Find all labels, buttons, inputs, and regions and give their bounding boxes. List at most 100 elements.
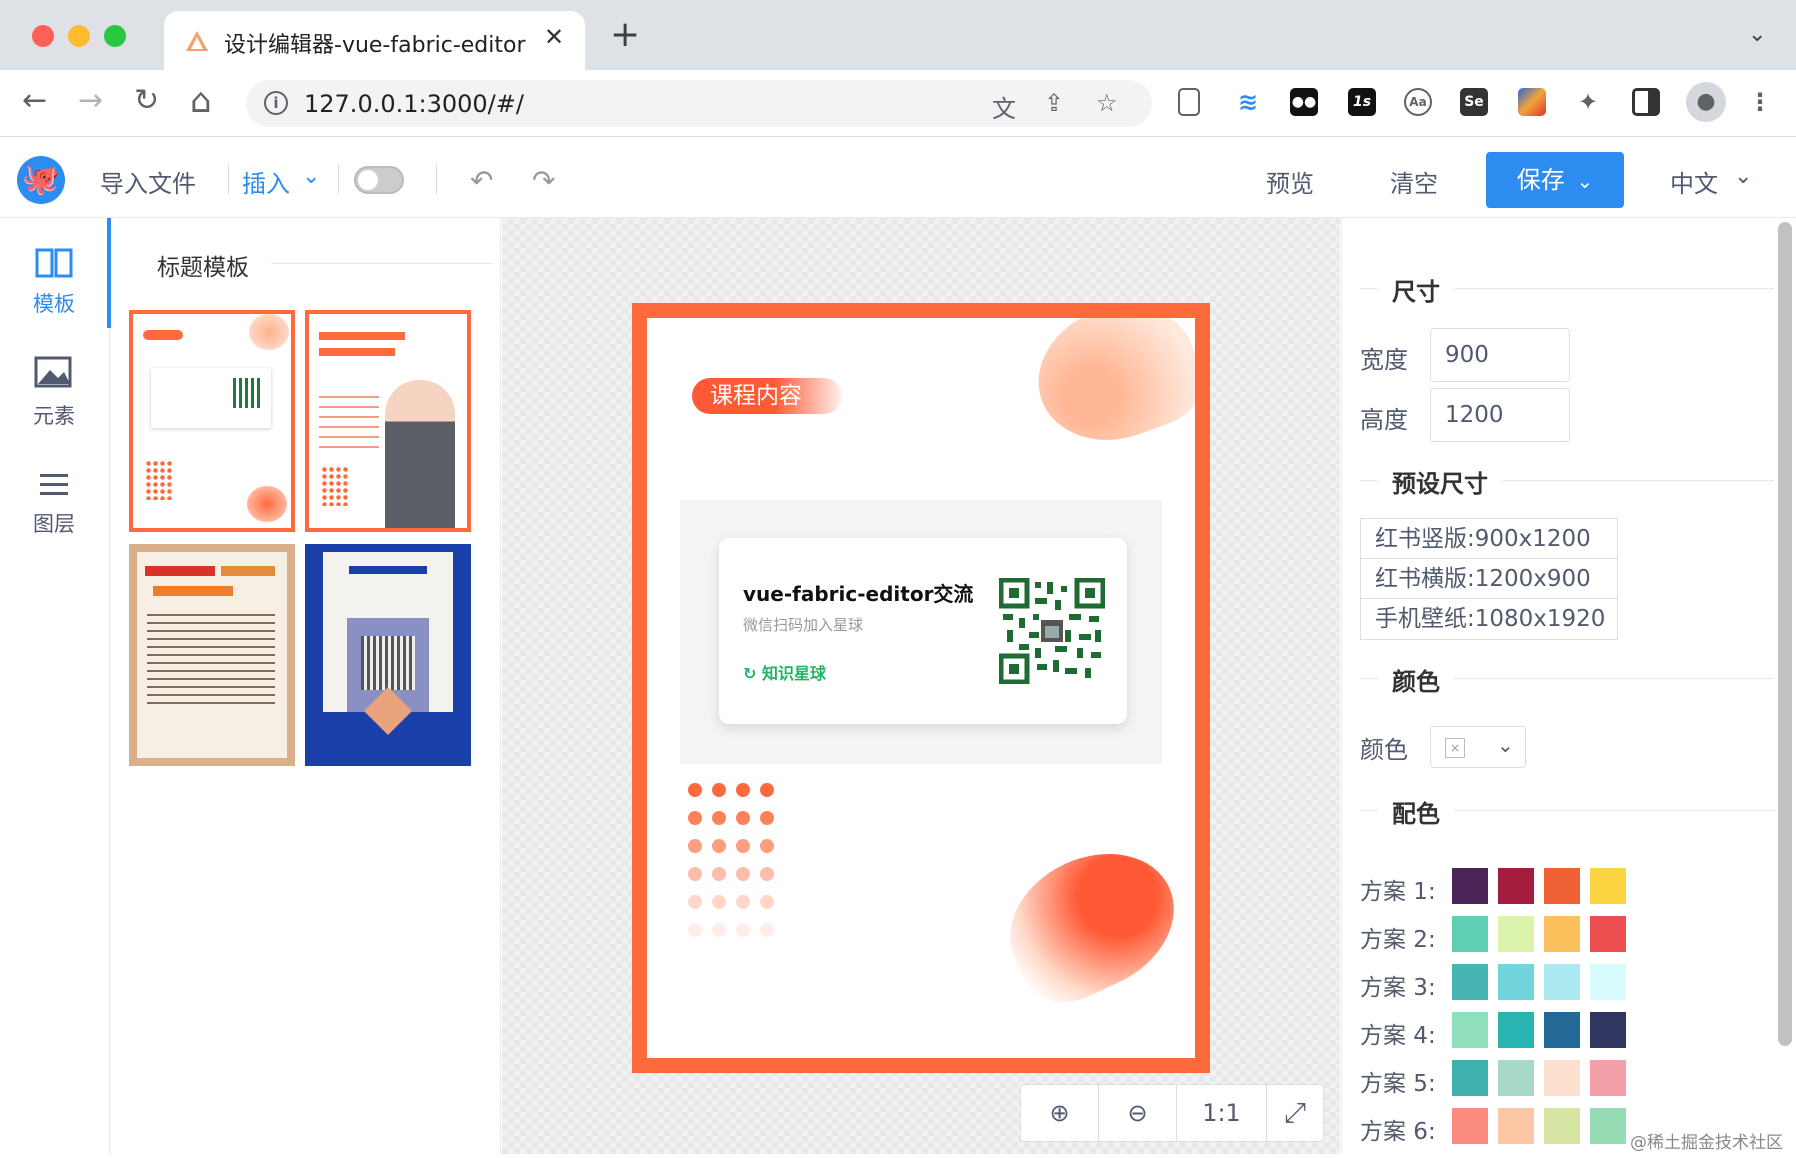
preset-item[interactable]: 手机壁纸:1080x1920 xyxy=(1361,599,1617,639)
poster-body: 课程内容 vue-fabric-editor交流 微信扫码加入星球 ↻ 知识星球 xyxy=(647,318,1195,1058)
puzzle-icon[interactable]: ✦ xyxy=(1574,88,1602,116)
color-swatch[interactable] xyxy=(1498,1012,1534,1048)
color-swatch[interactable] xyxy=(1590,916,1626,952)
github-icon[interactable]: 🐙 xyxy=(17,156,65,204)
decor-dot xyxy=(760,811,774,825)
poster-frame[interactable]: 课程内容 vue-fabric-editor交流 微信扫码加入星球 ↻ 知识星球 xyxy=(632,303,1210,1073)
clear-button[interactable]: 清空 xyxy=(1390,164,1438,199)
height-input[interactable]: 1200 xyxy=(1430,388,1570,442)
site-info-icon[interactable]: i xyxy=(264,91,288,115)
tab-search-icon[interactable]: ⌄ xyxy=(1748,22,1766,47)
insert-menu-button[interactable]: 插入 xyxy=(242,164,290,199)
zoom-out-icon[interactable]: ⊖ xyxy=(1099,1085,1177,1141)
template-thumb-course[interactable] xyxy=(129,310,295,532)
divider xyxy=(1454,810,1774,811)
scheme-label: 方案 5: xyxy=(1360,1071,1436,1097)
color-swatch[interactable] xyxy=(1452,916,1488,952)
extension-icon[interactable]: ●● xyxy=(1290,88,1318,116)
1s-extension-icon[interactable]: 1s xyxy=(1348,88,1376,116)
undo-icon[interactable]: ↶ xyxy=(470,164,493,197)
nav-item-templates[interactable]: 模板 xyxy=(0,228,108,328)
brain-extension-icon[interactable] xyxy=(1518,88,1546,116)
width-input[interactable]: 900 xyxy=(1430,328,1570,382)
color-swatch[interactable] xyxy=(1498,964,1534,1000)
color-swatch[interactable] xyxy=(1590,1012,1626,1048)
share-icon[interactable]: ⇪ xyxy=(1044,89,1064,117)
forward-icon[interactable]: → xyxy=(78,86,103,116)
section-title-color: 颜色 xyxy=(1392,668,1440,696)
decor-dot xyxy=(760,783,774,797)
new-tab-button[interactable]: + xyxy=(610,17,640,53)
watermark: @稀土掘金技术社区 xyxy=(1630,1133,1783,1153)
preview-button[interactable]: 预览 xyxy=(1266,164,1314,199)
color-swatch[interactable] xyxy=(1452,1108,1488,1144)
decor-dot xyxy=(688,811,702,825)
snap-toggle[interactable] xyxy=(354,166,404,194)
nav-label: 元素 xyxy=(33,404,75,428)
import-file-button[interactable]: 导入文件 xyxy=(100,164,196,199)
color-swatch[interactable] xyxy=(1544,1108,1580,1144)
zoom-reset-button[interactable]: 1:1 xyxy=(1177,1085,1267,1141)
address-bar[interactable]: i 127.0.0.1:3000/#/ 文 ⇪ ☆ xyxy=(246,80,1152,127)
color-swatch[interactable] xyxy=(1498,916,1534,952)
window-close-button[interactable] xyxy=(32,25,54,47)
selenium-extension-icon[interactable]: Se xyxy=(1460,88,1488,116)
color-swatch[interactable] xyxy=(1590,964,1626,1000)
zoom-in-icon[interactable]: ⊕ xyxy=(1021,1085,1099,1141)
language-select[interactable]: 中文 xyxy=(1670,164,1718,199)
color-swatch[interactable] xyxy=(1452,868,1488,904)
thumb-qr xyxy=(361,636,415,690)
thumb-text-lines xyxy=(147,614,275,710)
browser-tab[interactable]: 设计编辑器-vue-fabric-editor ✕ xyxy=(164,11,585,70)
reading-list-icon[interactable] xyxy=(1178,88,1200,116)
divider xyxy=(228,164,229,194)
color-swatch[interactable] xyxy=(1590,1060,1626,1096)
color-swatch[interactable] xyxy=(1498,868,1534,904)
window-minimize-button[interactable] xyxy=(68,25,90,47)
template-thumb-invite[interactable] xyxy=(305,544,471,766)
canvas-workspace[interactable]: 课程内容 vue-fabric-editor交流 微信扫码加入星球 ↻ 知识星球 xyxy=(502,218,1340,1154)
url-text[interactable]: 127.0.0.1:3000/#/ xyxy=(304,90,524,118)
template-thumb-study[interactable] xyxy=(305,310,471,532)
nav-item-layers[interactable]: 图层 xyxy=(0,448,108,548)
color-swatch[interactable] xyxy=(1590,868,1626,904)
preset-item[interactable]: 红书竖版:900x1200 xyxy=(1361,519,1617,559)
color-swatch[interactable] xyxy=(1452,964,1488,1000)
scrollbar-thumb[interactable] xyxy=(1778,222,1792,1046)
reload-icon[interactable]: ↻ xyxy=(134,86,159,116)
sidepanel-icon[interactable] xyxy=(1632,88,1660,116)
course-badge[interactable]: 课程内容 xyxy=(692,378,842,414)
redo-icon[interactable]: ↷ xyxy=(532,164,555,197)
toggle-knob xyxy=(358,170,378,190)
browser-menu-icon[interactable]: ⋮ xyxy=(1746,88,1774,116)
color-swatch[interactable] xyxy=(1544,868,1580,904)
divider xyxy=(1454,288,1774,289)
translate-icon[interactable]: 文 xyxy=(992,89,1016,124)
color-swatch[interactable] xyxy=(1498,1060,1534,1096)
back-icon[interactable]: ← xyxy=(22,86,47,116)
thumb-text-lines xyxy=(319,396,379,456)
color-swatch[interactable] xyxy=(1452,1060,1488,1096)
color-swatch[interactable] xyxy=(1544,1012,1580,1048)
home-icon[interactable]: ⌂ xyxy=(190,84,212,118)
color-swatch[interactable] xyxy=(1452,1012,1488,1048)
color-swatch[interactable] xyxy=(1498,1108,1534,1144)
save-button[interactable]: 保存 ⌄ xyxy=(1486,152,1624,208)
layers-extension-icon[interactable]: ≋ xyxy=(1234,88,1262,116)
dictionary-extension-icon[interactable]: Aa xyxy=(1404,88,1432,116)
color-swatch[interactable] xyxy=(1590,1108,1626,1144)
profile-avatar-icon[interactable]: ● xyxy=(1686,82,1726,122)
nav-item-elements[interactable]: 元素 xyxy=(0,338,108,438)
color-swatch[interactable] xyxy=(1544,916,1580,952)
template-thumb-hotel[interactable] xyxy=(129,544,295,766)
color-swatch[interactable] xyxy=(1544,964,1580,1000)
bookmark-star-icon[interactable]: ☆ xyxy=(1096,89,1118,117)
color-picker[interactable]: × ⌄ xyxy=(1430,726,1526,768)
divider xyxy=(1360,678,1378,679)
fit-screen-icon[interactable]: ⤢ xyxy=(1267,1085,1323,1141)
window-zoom-button[interactable] xyxy=(104,25,126,47)
color-swatch[interactable] xyxy=(1544,1060,1580,1096)
tab-close-icon[interactable]: ✕ xyxy=(544,23,564,51)
preset-item[interactable]: 红书横版:1200x900 xyxy=(1361,559,1617,599)
community-card[interactable]: vue-fabric-editor交流 微信扫码加入星球 ↻ 知识星球 xyxy=(719,538,1127,724)
